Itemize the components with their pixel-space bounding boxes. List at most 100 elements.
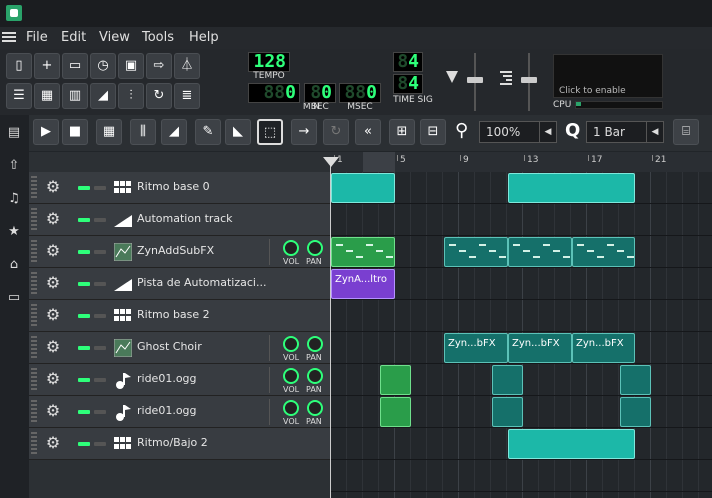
sample-clip[interactable] xyxy=(492,397,523,427)
mute-button[interactable] xyxy=(78,442,90,446)
timesig-numerator[interactable]: 84 xyxy=(393,52,423,72)
menu-file[interactable]: File xyxy=(26,30,48,45)
track-name[interactable]: ZynAddSubFX xyxy=(137,244,214,257)
menu-edit[interactable]: Edit xyxy=(61,30,86,45)
solo-button[interactable] xyxy=(94,410,106,414)
add-automation-track-icon[interactable]: ◢ xyxy=(161,119,187,145)
track-row[interactable]: ⚙ ZynAddSubFX VOL PAN xyxy=(29,236,330,268)
menu-tools[interactable]: Tools xyxy=(142,30,174,45)
pan-knob[interactable] xyxy=(307,336,323,352)
gear-icon[interactable]: ⚙ xyxy=(44,338,62,356)
instrument-pattern[interactable] xyxy=(331,237,395,267)
knife-mode-icon[interactable]: ◣ xyxy=(225,119,251,145)
snap-select[interactable]: 1 Bar ◀ xyxy=(586,121,664,143)
pan-knob[interactable] xyxy=(307,400,323,416)
proportional-snap-icon[interactable]: ⌸ xyxy=(673,119,699,145)
root-browser-icon[interactable]: ▭ xyxy=(6,290,22,306)
menu-view[interactable]: View xyxy=(99,30,130,45)
track-row[interactable]: ⚙ Pista de Automatizaci... xyxy=(29,268,330,300)
instrument-pattern[interactable]: Zyn...bFX xyxy=(508,333,572,363)
track-row[interactable]: ⚙ Ritmo base 0 xyxy=(29,172,330,204)
volume-knob[interactable] xyxy=(283,336,299,352)
auto-scroll-icon[interactable]: → xyxy=(291,119,317,145)
track-grip[interactable] xyxy=(31,432,37,456)
track-name[interactable]: Automation track xyxy=(137,212,233,225)
menu-help[interactable]: Help xyxy=(189,30,219,45)
volume-knob[interactable] xyxy=(283,240,299,256)
projects-browser-icon[interactable]: ⇧ xyxy=(6,158,22,174)
track-row[interactable]: ⚙ Ritmo base 2 xyxy=(29,300,330,332)
solo-button[interactable] xyxy=(94,250,106,254)
solo-button[interactable] xyxy=(94,314,106,318)
gear-icon[interactable]: ⚙ xyxy=(44,434,62,452)
automation-editor-icon[interactable]: ◢ xyxy=(90,83,116,109)
hamburger-icon[interactable] xyxy=(2,32,16,44)
track-name[interactable]: Pista de Automatizaci... xyxy=(137,276,266,289)
solo-button[interactable] xyxy=(94,186,106,190)
track-row[interactable]: ⚙ Ritmo/Bajo 2 xyxy=(29,428,330,460)
sample-clip[interactable] xyxy=(620,397,651,427)
sample-clip[interactable] xyxy=(492,365,523,395)
zoom-select[interactable]: 100% ◀ xyxy=(479,121,557,143)
mute-button[interactable] xyxy=(78,378,90,382)
presets-browser-icon[interactable]: ★ xyxy=(6,224,22,240)
instrument-pattern[interactable] xyxy=(572,237,635,267)
pan-knob[interactable] xyxy=(307,240,323,256)
select-mode-icon[interactable]: ⬚ xyxy=(257,119,283,145)
tempo-display[interactable]: 128 xyxy=(248,52,290,72)
add-beat-track-icon[interactable]: ▦ xyxy=(96,119,122,145)
timesig-denominator[interactable]: 84 xyxy=(393,74,423,94)
gear-icon[interactable]: ⚙ xyxy=(44,306,62,324)
solo-button[interactable] xyxy=(94,378,106,382)
mute-button[interactable] xyxy=(78,250,90,254)
instrument-pattern[interactable]: Zyn...bFX xyxy=(444,333,508,363)
instrument-pattern[interactable] xyxy=(444,237,508,267)
stop-icon[interactable]: ■ xyxy=(62,119,88,145)
controller-rack-icon[interactable]: ↻ xyxy=(146,83,172,109)
track-row[interactable]: ⚙ ride01.ogg VOL PAN xyxy=(29,396,330,428)
play-icon[interactable]: ▶ xyxy=(33,119,59,145)
samples-browser-icon[interactable]: ♫ xyxy=(6,191,22,207)
track-grip[interactable] xyxy=(31,272,37,296)
track-row[interactable]: ⚙ Automation track xyxy=(29,204,330,236)
instrument-pattern[interactable] xyxy=(508,237,572,267)
gear-icon[interactable]: ⚙ xyxy=(44,402,62,420)
solo-button[interactable] xyxy=(94,218,106,222)
beat-pattern[interactable] xyxy=(331,173,395,203)
track-grip[interactable] xyxy=(31,176,37,200)
gear-icon[interactable]: ⚙ xyxy=(44,178,62,196)
mute-button[interactable] xyxy=(78,346,90,350)
gear-icon[interactable]: ⚙ xyxy=(44,274,62,292)
draw-mode-icon[interactable]: ✎ xyxy=(195,119,221,145)
track-grip[interactable] xyxy=(31,240,37,264)
remove-bar-icon[interactable]: ⊟ xyxy=(420,119,446,145)
solo-button[interactable] xyxy=(94,442,106,446)
track-row[interactable]: ⚙ ride01.ogg VOL PAN xyxy=(29,364,330,396)
track-name[interactable]: Ritmo base 2 xyxy=(137,308,210,321)
solo-button[interactable] xyxy=(94,346,106,350)
track-grip[interactable] xyxy=(31,400,37,424)
track-grip[interactable] xyxy=(31,208,37,232)
mute-button[interactable] xyxy=(78,314,90,318)
insert-bar-icon[interactable]: ⊞ xyxy=(389,119,415,145)
new-project-icon[interactable]: ▯ xyxy=(6,53,32,79)
beat-pattern[interactable] xyxy=(508,173,635,203)
master-volume-slider[interactable] xyxy=(465,53,485,111)
sample-clip[interactable] xyxy=(620,365,651,395)
project-notes-icon[interactable]: ≣ xyxy=(174,83,200,109)
track-name[interactable]: ride01.ogg xyxy=(137,372,197,385)
gear-icon[interactable]: ⚙ xyxy=(44,242,62,260)
gear-icon[interactable]: ⚙ xyxy=(44,210,62,228)
beat-editor-icon[interactable]: ▦ xyxy=(34,83,60,109)
track-name[interactable]: Ritmo base 0 xyxy=(137,180,210,193)
piano-roll-icon[interactable]: ▥ xyxy=(62,83,88,109)
mute-button[interactable] xyxy=(78,218,90,222)
volume-knob[interactable] xyxy=(283,400,299,416)
loop-region-marker[interactable] xyxy=(363,152,395,172)
mute-button[interactable] xyxy=(78,186,90,190)
mute-button[interactable] xyxy=(78,282,90,286)
instrument-pattern[interactable]: Zyn...bFX xyxy=(572,333,635,363)
instrument-plugins-icon[interactable]: ▤ xyxy=(6,125,22,141)
home-browser-icon[interactable]: ⌂ xyxy=(6,257,22,273)
metronome-icon[interactable]: ⏃ xyxy=(174,53,200,79)
